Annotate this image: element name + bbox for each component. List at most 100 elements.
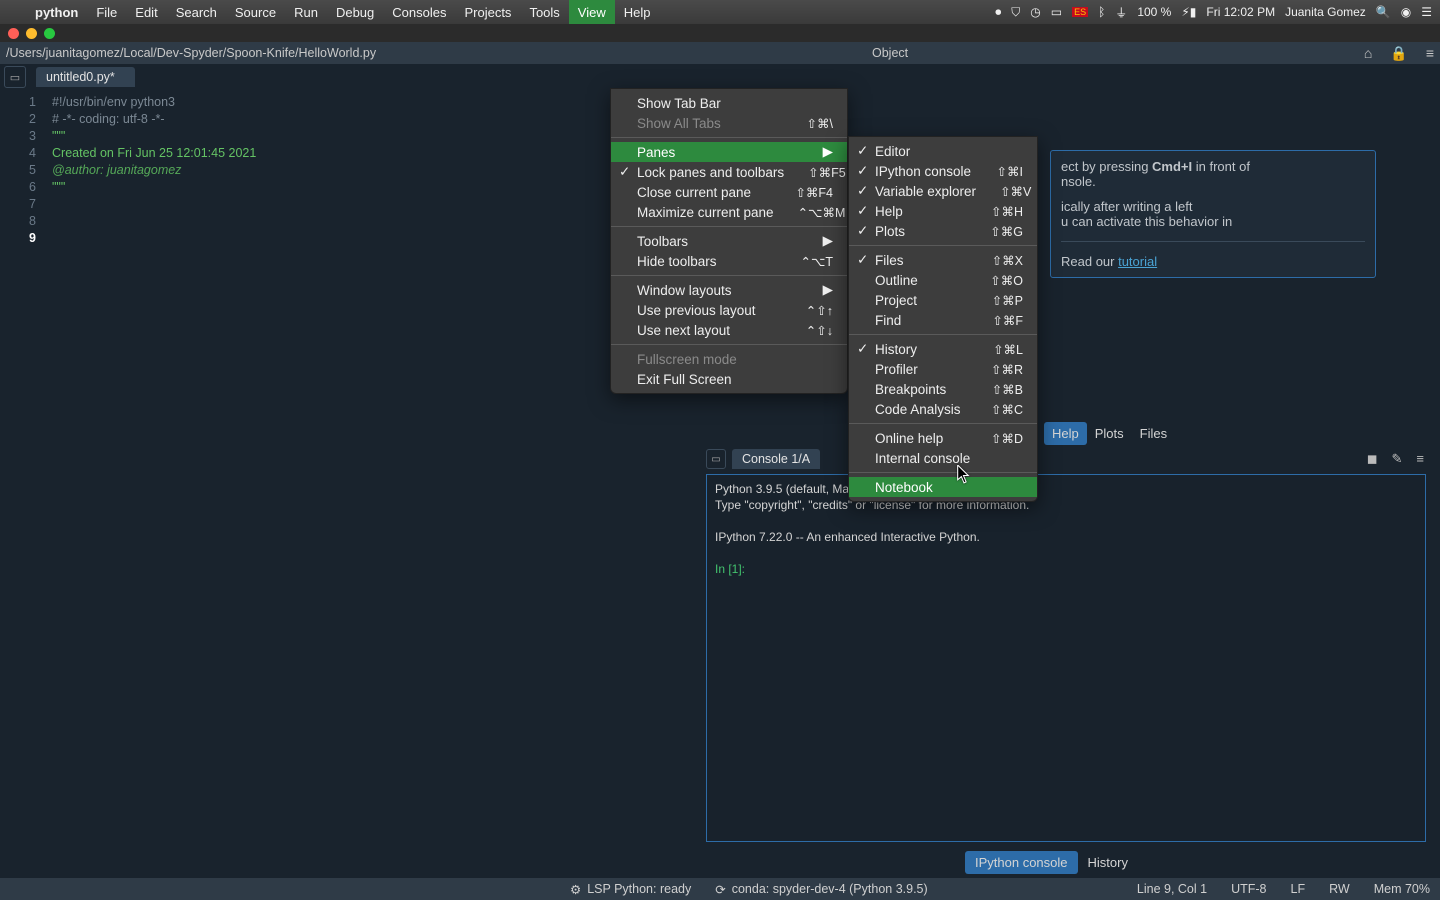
browse-tabs-icon[interactable]: ▭ [4,66,26,88]
tab-files[interactable]: Files [1132,422,1175,445]
help-text: ically after writing a left [1061,199,1365,214]
console-output[interactable]: Python 3.9.5 (default, May 18 2021, 12:3… [706,474,1426,842]
menu-tools[interactable]: Tools [520,0,568,24]
status-encoding: UTF-8 [1231,882,1266,896]
window-titlebar [0,24,1440,42]
menu-item[interactable]: Fullscreen mode [611,349,847,369]
clock-icon[interactable]: ◷ [1030,5,1040,19]
menu-edit[interactable]: Edit [126,0,166,24]
menu-item[interactable]: Toolbars▶ [611,231,847,251]
close-window-button[interactable] [8,28,19,39]
menu-source[interactable]: Source [226,0,285,24]
menu-item[interactable]: Panes▶ [611,142,847,162]
line-gutter: 1 2 3 4 5 6 7 8 9 [0,90,46,878]
line-number: 7 [0,196,36,213]
menu-item[interactable]: ✓Editor [849,141,1037,161]
console-tab[interactable]: Console 1/A [732,449,820,469]
lock-icon[interactable]: 🔒 [1390,45,1407,62]
console-pane: ▭ Console 1/A ◼ ✎ ≡ Python 3.9.5 (defaul… [700,446,1432,848]
menu-item[interactable]: ✓Lock panes and toolbars⇧⌘F5 [611,162,847,182]
menu-item[interactable]: ✓IPython console⇧⌘I [849,161,1037,181]
menu-item-label: Breakpoints [875,382,946,397]
siri-icon[interactable]: ◉ [1401,5,1411,19]
spotlight-icon[interactable]: 🔍 [1376,5,1391,19]
display-icon[interactable]: ▭ [1051,5,1062,19]
editor-tab[interactable]: untitled0.py* [36,67,135,87]
zoom-window-button[interactable] [44,28,55,39]
menu-debug[interactable]: Debug [327,0,383,24]
mac-menubar: python File Edit Search Source Run Debug… [0,0,1440,24]
tab-plots[interactable]: Plots [1087,422,1132,445]
tab-ipython-console[interactable]: IPython console [965,851,1078,874]
menu-item[interactable]: Find⇧⌘F [849,310,1037,330]
menu-item[interactable]: Close current pane⇧⌘F4 [611,182,847,202]
console-pane-tabs: IPython console History [965,851,1138,874]
menu-item[interactable]: ✓Files⇧⌘X [849,250,1037,270]
menu-run[interactable]: Run [285,0,327,24]
status-env: conda: spyder-dev-4 (Python 3.9.5) [732,882,928,896]
menu-item[interactable]: Code Analysis⇧⌘C [849,399,1037,419]
browse-tabs-icon[interactable]: ▭ [706,449,726,469]
menu-item[interactable]: Breakpoints⇧⌘B [849,379,1037,399]
menu-item[interactable]: Online help⇧⌘D [849,428,1037,448]
menu-item[interactable]: ✓Variable explorer⇧⌘V [849,181,1037,201]
menu-item[interactable]: Maximize current pane⌃⌥⌘M [611,202,847,222]
app-name[interactable]: python [26,0,87,24]
hamburger-icon[interactable]: ≡ [1426,45,1434,62]
menu-item[interactable]: Exit Full Screen [611,369,847,389]
wifi-icon[interactable]: ⏚ [1115,4,1127,21]
tutorial-link[interactable]: tutorial [1118,254,1157,269]
menu-item-label: Toolbars [637,234,688,249]
menu-item-label: Show All Tabs [637,116,721,131]
menu-item[interactable]: Project⇧⌘P [849,290,1037,310]
menu-item[interactable]: Hide toolbars⌃⌥T [611,251,847,271]
menu-consoles[interactable]: Consoles [383,0,455,24]
battery-icon[interactable]: ⚡︎▮ [1181,5,1196,19]
menu-item[interactable]: Use next layout⌃⇧↓ [611,320,847,340]
menu-item[interactable]: Outline⇧⌘O [849,270,1037,290]
menu-item-label: Files [875,253,904,268]
menu-item[interactable]: Show All Tabs⇧⌘\ [611,113,847,133]
menu-file[interactable]: File [87,0,126,24]
code-line: """ [52,179,256,196]
shield-icon[interactable]: ⛉ [1011,5,1020,20]
menu-item[interactable]: Notebook [849,477,1037,497]
menu-projects[interactable]: Projects [455,0,520,24]
menu-item[interactable]: Use previous layout⌃⇧↑ [611,300,847,320]
menu-help[interactable]: Help [615,0,660,24]
tab-help[interactable]: Help [1044,422,1087,445]
menu-item[interactable]: ✓History⇧⌘L [849,339,1037,359]
menu-item-label: Lock panes and toolbars [637,165,784,180]
minimize-window-button[interactable] [26,28,37,39]
status-lsp: LSP Python: ready [587,882,691,896]
menu-view[interactable]: View [569,0,615,24]
menu-item[interactable]: Internal console [849,448,1037,468]
console-line: Type "copyright", "credits" or "license"… [715,497,1417,513]
camera-icon[interactable]: ⏺ [995,5,1001,20]
menu-item[interactable]: Window layouts▶ [611,280,847,300]
bluetooth-icon[interactable]: ᛒ [1098,5,1105,19]
line-number: 2 [0,111,36,128]
menu-item-label: Project [875,293,917,308]
user-name[interactable]: Juanita Gomez [1285,5,1366,19]
panes-submenu: ✓Editor✓IPython console⇧⌘I✓Variable expl… [848,136,1038,502]
clear-icon[interactable]: ✎ [1392,451,1403,467]
menu-item[interactable]: ✓Plots⇧⌘G [849,221,1037,241]
code-editor[interactable]: 1 2 3 4 5 6 7 8 9 #!/usr/bin/env python3… [0,90,700,878]
tab-history[interactable]: History [1078,851,1138,874]
control-center-icon[interactable]: ☰ [1421,5,1432,19]
clock-text[interactable]: Fri 12:02 PM [1206,5,1275,19]
view-menu: Show Tab BarShow All Tabs⇧⌘\ Panes▶✓Lock … [610,88,848,394]
menu-item-label: Find [875,313,901,328]
apple-icon[interactable] [8,0,26,24]
menu-item-label: Notebook [875,480,933,495]
menu-item[interactable]: ✓Help⇧⌘H [849,201,1037,221]
menu-item[interactable]: Profiler⇧⌘R [849,359,1037,379]
flag-icon[interactable]: ES [1072,7,1088,17]
stop-icon[interactable]: ◼ [1367,451,1378,467]
hamburger-icon[interactable]: ≡ [1416,451,1424,467]
home-icon[interactable]: ⌂ [1364,45,1372,62]
menu-item[interactable]: Show Tab Bar [611,93,847,113]
menu-search[interactable]: Search [167,0,226,24]
code-line: Created on Fri Jun 25 12:01:45 2021 [52,145,256,162]
